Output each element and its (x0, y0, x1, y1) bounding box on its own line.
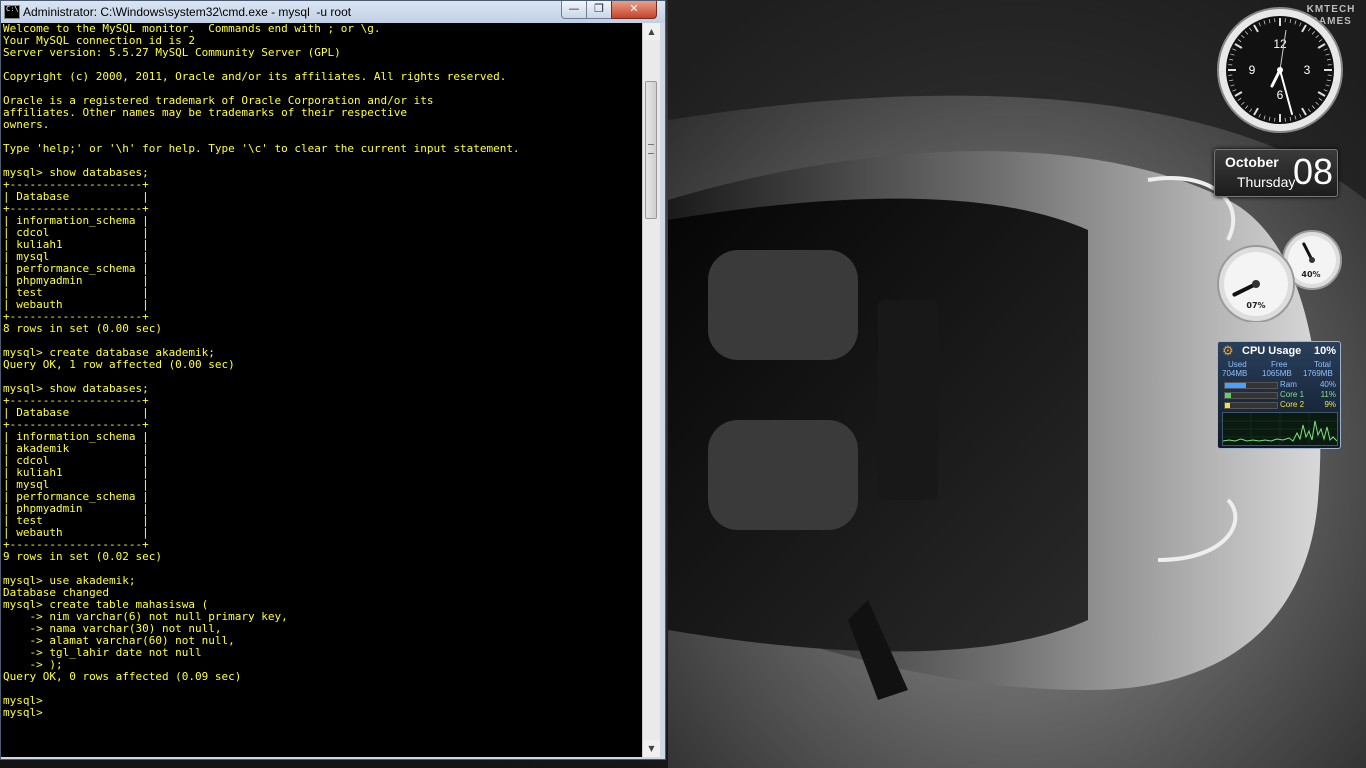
console-text: Welcome to the MySQL monitor. Commands e… (1, 23, 642, 719)
scroll-up-arrow-icon[interactable]: ▲ (643, 23, 660, 40)
cpu-bar (1224, 392, 1278, 399)
cpu-value-free: 1065MB (1262, 369, 1292, 378)
console-line: affiliates. Other names may be trademark… (3, 106, 407, 119)
meter-big-label: 07% (1246, 301, 1266, 310)
cpu-header-total: Total (1314, 360, 1331, 369)
title-bar[interactable]: C:\ Administrator: C:\Windows\system32\c… (1, 1, 665, 23)
console-line: Type 'help;' or '\h' for help. Type '\c'… (3, 142, 520, 155)
calendar-month: October (1225, 154, 1279, 170)
cpu-row-percent: 40% (1319, 380, 1336, 389)
scroll-grip-icon (648, 144, 654, 154)
console-window[interactable]: C:\ Administrator: C:\Windows\system32\c… (0, 0, 666, 760)
cpu-bar (1224, 402, 1278, 409)
console-line: mysql> (3, 706, 43, 719)
scroll-down-arrow-icon[interactable]: ▼ (643, 740, 660, 757)
cpu-row-label: Core 2 (1280, 400, 1305, 409)
cpu-bar-fill (1225, 383, 1246, 388)
minimize-button[interactable]: — (561, 1, 587, 19)
console-line: Copyright (c) 2000, 2011, Oracle and/or … (3, 70, 507, 83)
console-line: Server version: 5.5.27 MySQL Community S… (3, 46, 341, 59)
cpu-row-percent: 11% (1320, 390, 1336, 399)
cpu-bar-fill (1225, 403, 1230, 408)
cpu-bar (1224, 382, 1278, 389)
cpu-value-used: 704MB (1222, 369, 1248, 378)
cpu-title: CPU Usage (1242, 345, 1302, 357)
console-line: 9 rows in set (0.02 sec) (3, 550, 162, 563)
gear-icon: ⚙ (1222, 343, 1234, 358)
cpu-row-percent: 9% (1324, 400, 1336, 409)
cpu-row-label: Core 1 (1280, 390, 1305, 399)
cpu-history-graph (1222, 412, 1338, 446)
console-output[interactable]: Welcome to the MySQL monitor. Commands e… (1, 23, 642, 757)
cmd-icon[interactable]: C:\ (4, 5, 20, 19)
cpu-row: Core 2 9% (1222, 400, 1336, 410)
cmd-icon-label: C:\ (6, 5, 19, 13)
vertical-scrollbar[interactable]: ▲ ▼ (642, 23, 660, 757)
console-line: Query OK, 1 row affected (0.00 sec) (3, 358, 235, 371)
console-line: Query OK, 0 rows affected (0.09 sec) (3, 670, 242, 683)
calendar-weekday: Thursday (1237, 174, 1296, 190)
clock-numeral-9: 9 (1249, 63, 1256, 77)
cpu-value-total: 1769MB (1303, 369, 1333, 378)
scroll-thumb[interactable] (645, 81, 657, 219)
cpu-header-free: Free (1271, 360, 1288, 369)
maximize-button[interactable]: ❐ (586, 1, 612, 19)
cpu-row: Ram 40% (1222, 380, 1336, 390)
cpu-row-label: Ram (1280, 380, 1297, 389)
calendar-day: 08 (1292, 151, 1333, 192)
cpu-usage-gadget[interactable]: ⚙ CPU Usage 10% Used Free Total 704MB 10… (1217, 341, 1341, 449)
console-line: 8 rows in set (0.00 sec) (3, 322, 162, 335)
cpu-bar-fill (1225, 393, 1231, 398)
meter-gadget[interactable]: 07% 40% (1214, 230, 1344, 323)
cpu-total: 10% (1313, 345, 1336, 357)
window-title: Administrator: C:\Windows\system32\cmd.e… (23, 5, 352, 19)
console-line: owners. (3, 118, 50, 131)
calendar-gadget[interactable]: October Thursday 08 (1214, 149, 1338, 197)
clock-numeral-3: 3 (1304, 63, 1311, 77)
cpu-row: Core 1 11% (1222, 390, 1336, 400)
clock-gadget[interactable]: 12 3 6 9 (1216, 6, 1344, 134)
close-button[interactable]: ✕ (611, 1, 657, 19)
meter-small-label: 40% (1301, 270, 1321, 279)
clock-numeral-6: 6 (1277, 88, 1284, 102)
cpu-header-used: Used (1228, 360, 1247, 369)
